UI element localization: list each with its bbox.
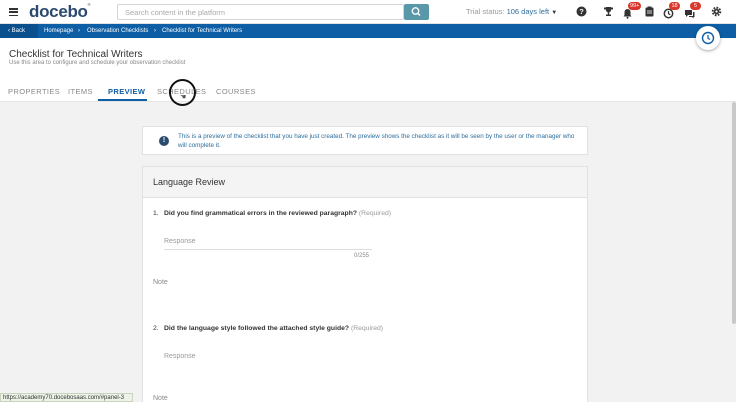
response-input[interactable]: Response	[164, 238, 196, 245]
checklist-card: Language Review 1. Did you find grammatic…	[142, 166, 588, 402]
status-bar-url: https://academy70.docebosaas.com/#panel-…	[0, 393, 133, 402]
section-title: Language Review	[153, 177, 226, 187]
courses-button[interactable]: 18	[663, 2, 680, 19]
chevron-right-icon: ›	[154, 28, 156, 34]
page-title: Checklist for Technical Writers	[9, 49, 143, 60]
breadcrumb: ‹ Back Homepage › Observation Checklists…	[0, 24, 736, 38]
history-button[interactable]	[696, 26, 720, 50]
note-field[interactable]: Note	[153, 279, 168, 286]
scrollbar[interactable]	[732, 102, 736, 324]
breadcrumb-observation-checklists[interactable]: Observation Checklists	[87, 24, 148, 38]
question-text: Did you find grammatical errors in the r…	[164, 210, 358, 217]
clipboard-icon[interactable]	[644, 6, 655, 17]
search-input[interactable]: Search content in the platform	[117, 4, 404, 20]
gear-icon[interactable]	[711, 6, 722, 17]
page-subtitle: Use this area to configure and schedule …	[9, 60, 186, 66]
clock-icon	[701, 31, 715, 45]
card-header: Language Review	[143, 167, 587, 198]
back-button[interactable]: ‹ Back	[0, 24, 38, 38]
messages-button[interactable]: 5	[684, 2, 701, 19]
notifications-badge: 99+	[628, 2, 642, 10]
page-header: Checklist for Technical Writers Use this…	[0, 38, 736, 102]
messages-badge: 5	[690, 2, 701, 10]
logo-mark: ®	[87, 2, 91, 7]
notifications-button[interactable]: 99+	[622, 2, 642, 19]
chevron-right-icon: ›	[78, 28, 80, 34]
tab-courses[interactable]: COURSES	[216, 87, 256, 96]
tab-items[interactable]: ITEMS	[68, 87, 93, 96]
trophy-icon[interactable]	[603, 6, 614, 17]
info-text: This is a preview of the checklist that …	[178, 133, 575, 149]
search-button[interactable]	[404, 4, 429, 20]
required-label: (Required)	[358, 210, 392, 217]
search-icon	[411, 7, 421, 16]
question-number: 2.	[153, 325, 159, 332]
question-number: 1.	[153, 210, 159, 217]
help-icon[interactable]: ?	[576, 6, 587, 17]
note-field[interactable]: Note	[153, 395, 168, 402]
question-text: Did the language style followed the atta…	[164, 325, 350, 332]
question-2: 2. Did the language style followed the at…	[153, 325, 383, 332]
info-icon: !	[159, 136, 169, 146]
chevron-left-icon: ‹	[8, 28, 10, 34]
response-underline	[164, 249, 372, 250]
trial-status[interactable]: Trial status: 106 days left ▼	[466, 7, 557, 16]
question-1: 1. Did you find grammatical errors in the…	[153, 210, 391, 217]
logo[interactable]: docebo®	[29, 2, 91, 22]
caret-down-icon: ▼	[551, 10, 558, 16]
hand-cursor-icon: ☚	[180, 94, 187, 101]
active-tab-indicator	[98, 99, 147, 101]
trial-days: 106 days left	[506, 7, 550, 16]
logo-text: docebo	[29, 2, 88, 21]
courses-badge: 18	[669, 2, 680, 10]
breadcrumb-current: Checklist for Technical Writers	[162, 28, 243, 34]
menu-icon[interactable]	[9, 8, 18, 17]
svg-text:?: ?	[579, 7, 584, 16]
character-counter: 0/255	[354, 253, 370, 259]
response-input[interactable]: Response	[164, 353, 196, 360]
back-label: Back	[11, 28, 26, 34]
tab-preview[interactable]: PREVIEW	[108, 87, 145, 96]
required-label: (Required)	[350, 325, 384, 332]
preview-info-banner: ! This is a preview of the checklist tha…	[142, 126, 588, 155]
tab-properties[interactable]: PROPERTIES	[8, 87, 60, 96]
breadcrumb-homepage[interactable]: Homepage	[44, 24, 73, 38]
top-bar: docebo® Search content in the platform T…	[0, 0, 736, 24]
trial-label: Trial status:	[466, 7, 505, 16]
